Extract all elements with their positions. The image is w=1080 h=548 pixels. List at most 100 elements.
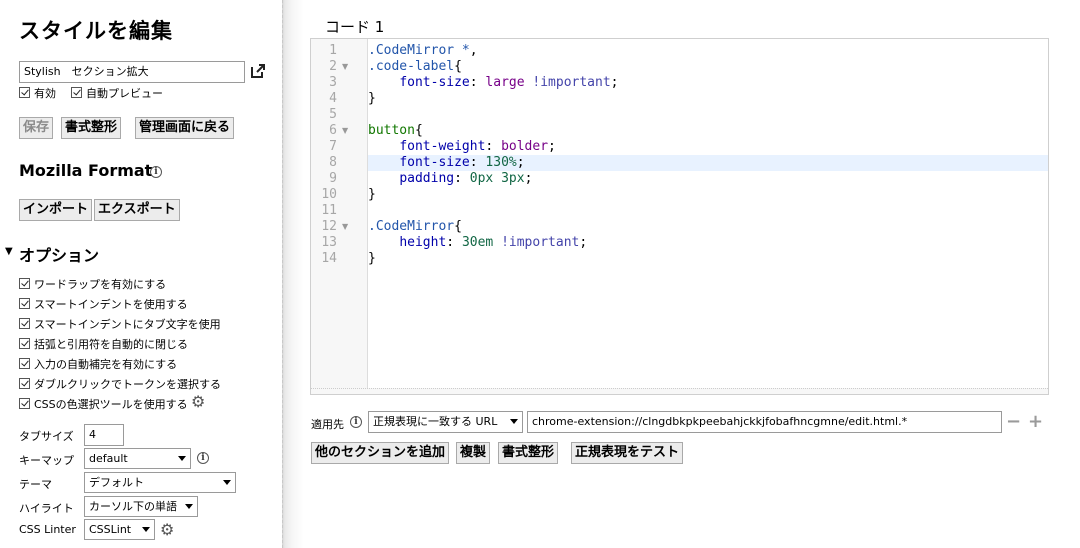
code-line[interactable]: button{ xyxy=(368,123,1048,139)
back-to-manage-button[interactable]: 管理画面に戻る xyxy=(135,117,235,139)
tab-size-label: タブサイズ xyxy=(19,430,74,443)
line-number: 13 xyxy=(321,235,337,250)
code-token: : xyxy=(469,155,486,170)
code-token: !important xyxy=(501,235,580,250)
code-token: font-weight xyxy=(399,139,486,154)
code-line[interactable]: .CodeMirror{ xyxy=(368,219,1048,235)
theme-value: デフォルト xyxy=(89,476,144,489)
info-icon[interactable]: i xyxy=(150,166,162,178)
code-token: 3px xyxy=(501,171,525,186)
options-heading[interactable]: オプション xyxy=(19,242,99,266)
beautify-button[interactable]: 書式整形 xyxy=(61,117,122,139)
option-checkbox[interactable]: スマートインデントにタブ文字を使用 xyxy=(19,316,221,332)
code-line[interactable]: font-size: large !important; xyxy=(368,75,1048,91)
code-line[interactable]: height: 30em !important; xyxy=(368,235,1048,251)
code-token: 0px xyxy=(469,171,494,186)
info-icon[interactable]: i xyxy=(197,452,209,464)
dropdown-arrow-icon xyxy=(185,504,193,509)
linter-select[interactable]: CSSLint xyxy=(84,519,155,540)
theme-select[interactable]: デフォルト xyxy=(84,472,236,493)
code-line[interactable]: .code-label{ xyxy=(368,59,1048,75)
code-token: { xyxy=(454,59,462,74)
sidebar-shadow xyxy=(282,0,304,548)
highlight-select[interactable]: カーソル下の単語 xyxy=(84,496,198,517)
option-label: 括弧と引用符を自動的に閉じる xyxy=(34,338,188,351)
code-line[interactable]: font-weight: bolder; xyxy=(368,139,1048,155)
page-title: スタイルを編集 xyxy=(19,19,173,43)
line-number: 4 xyxy=(329,91,337,106)
code-token: font-size xyxy=(399,155,470,170)
fold-arrow-icon[interactable]: ▼ xyxy=(342,219,348,235)
export-button[interactable]: エクスポート xyxy=(94,199,180,221)
checkbox-icon xyxy=(71,87,82,98)
dropdown-arrow-icon xyxy=(142,527,150,532)
horizontal-scrollbar[interactable] xyxy=(311,388,1048,394)
code-line[interactable]: padding: 0px 3px; xyxy=(368,171,1048,187)
code-token: font-size xyxy=(399,75,470,90)
code-line[interactable]: } xyxy=(368,187,1048,203)
save-button[interactable]: 保存 xyxy=(19,117,54,139)
code-line[interactable]: } xyxy=(368,91,1048,107)
option-checkbox[interactable]: ワードラップを有効にする xyxy=(19,276,166,292)
code-token: button xyxy=(368,123,415,138)
tab-size-input[interactable]: 4 xyxy=(84,424,124,446)
code-line[interactable]: .CodeMirror *, xyxy=(368,43,1048,59)
option-checkbox[interactable]: 入力の自動補完を有効にする xyxy=(19,356,177,372)
option-checkbox[interactable]: スマートインデントを使用する xyxy=(19,296,188,312)
add-section-button[interactable]: 他のセクションを追加 xyxy=(311,442,450,464)
import-button[interactable]: インポート xyxy=(19,199,93,221)
gear-icon[interactable]: ⚙ xyxy=(160,522,174,538)
checkbox-icon xyxy=(19,298,30,309)
checkbox-icon xyxy=(19,278,30,289)
add-applies-to-icon[interactable]: + xyxy=(1028,413,1043,431)
live-preview-checkbox[interactable]: 自動プレビュー xyxy=(71,85,163,101)
code-token: : xyxy=(446,235,462,250)
code-token: 130% xyxy=(485,155,517,170)
info-icon[interactable]: i xyxy=(350,416,362,428)
beautify-section-button[interactable]: 書式整形 xyxy=(498,442,559,464)
line-number-gutter: 1 2 ▼ 3 4 5 6 ▼ 7 8 9 10 11 12 ▼ 13 14 xyxy=(311,39,368,389)
checkbox-icon xyxy=(19,338,30,349)
code-line[interactable]: font-size: 130%; xyxy=(368,155,1048,171)
style-name-input[interactable]: Stylish セクション拡大 xyxy=(19,61,245,83)
code-token: } xyxy=(368,251,376,266)
code-token: { xyxy=(454,219,462,234)
checkbox-icon xyxy=(19,318,30,329)
code-token: 30em xyxy=(461,235,494,250)
remove-applies-to-icon[interactable]: − xyxy=(1006,413,1021,431)
option-checkbox[interactable]: CSSの色選択ツールを使用する xyxy=(19,396,188,412)
code-line[interactable]: } xyxy=(368,251,1048,267)
option-checkbox[interactable]: 括弧と引用符を自動的に閉じる xyxy=(19,336,188,352)
dropdown-arrow-icon xyxy=(178,456,186,461)
line-number: 11 xyxy=(321,203,337,218)
code-line[interactable] xyxy=(368,107,1048,123)
code-editor[interactable]: 1 2 ▼ 3 4 5 6 ▼ 7 8 9 10 11 12 ▼ 13 14 .CodeMirror *, .co… xyxy=(310,38,1049,395)
fold-arrow-icon[interactable]: ▼ xyxy=(342,59,348,75)
theme-label: テーマ xyxy=(19,478,52,491)
gear-icon[interactable]: ⚙ xyxy=(191,394,205,410)
keymap-value: default xyxy=(89,452,128,465)
test-regexp-button[interactable]: 正規表現をテスト xyxy=(571,442,684,464)
applies-to-pattern-input[interactable]: chrome-extension://clngdbkpkpeebahjckkjf… xyxy=(527,411,1002,433)
divider xyxy=(282,0,283,548)
line-number: 10 xyxy=(321,187,337,202)
checkbox-icon xyxy=(19,398,30,409)
collapse-triangle-icon[interactable]: ▼ xyxy=(5,246,13,257)
code-token: : xyxy=(469,75,486,90)
clone-section-button[interactable]: 複製 xyxy=(456,442,491,464)
code-token: .CodeMirror xyxy=(368,219,455,234)
code-token: height xyxy=(399,235,447,250)
open-external-icon[interactable] xyxy=(249,62,267,80)
code-token: padding xyxy=(399,171,455,186)
option-checkbox[interactable]: ダブルクリックでトークンを選択する xyxy=(19,376,221,392)
code-token: ; xyxy=(579,235,588,250)
keymap-select[interactable]: default xyxy=(84,448,191,469)
code-line[interactable] xyxy=(368,203,1048,219)
fold-arrow-icon[interactable]: ▼ xyxy=(342,123,348,139)
applies-to-type-select[interactable]: 正規表現に一致する URL xyxy=(368,411,523,433)
enabled-checkbox[interactable]: 有効 xyxy=(19,85,56,101)
